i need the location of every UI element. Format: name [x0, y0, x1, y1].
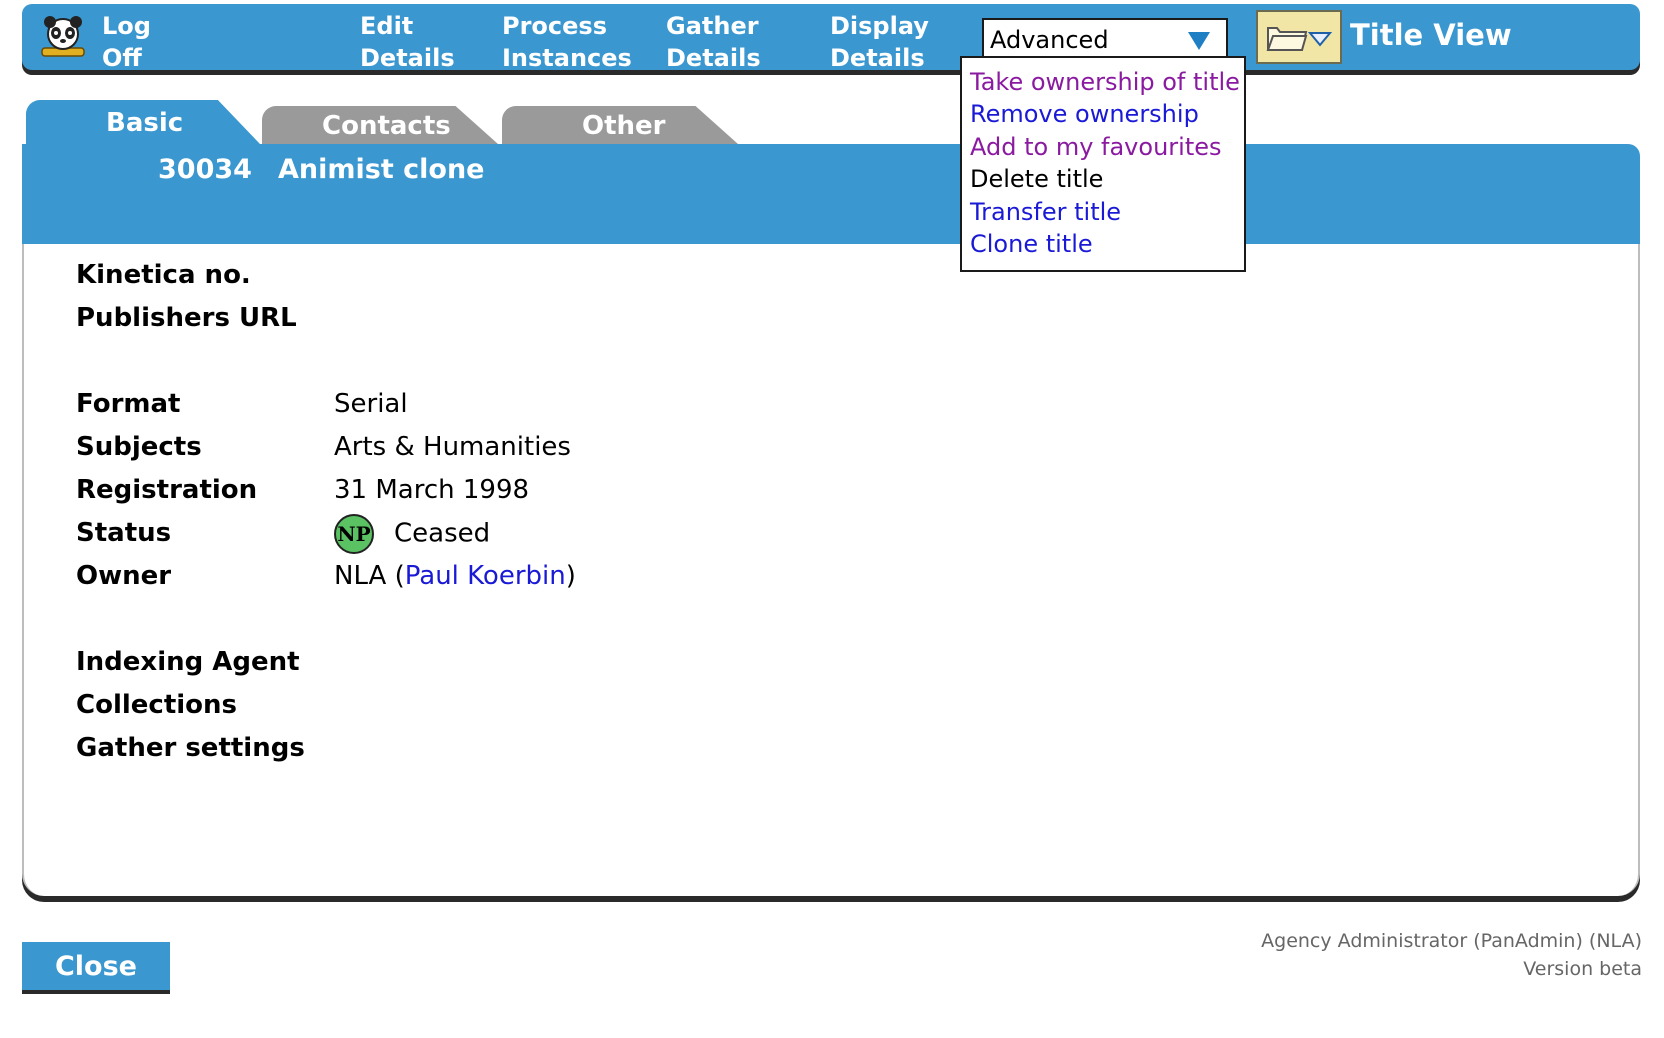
advanced-menu: Take ownership of title Remove ownership…	[960, 56, 1246, 272]
display-details-line-1: Display	[830, 12, 929, 40]
gather-settings-label: Gather settings	[76, 733, 305, 763]
log-off-link[interactable]: Log Off	[102, 10, 151, 74]
subjects-label: Subjects	[76, 432, 202, 462]
format-label: Format	[76, 389, 181, 419]
tab-other[interactable]: Other	[502, 106, 738, 144]
log-off-line-1: Log	[102, 12, 151, 40]
display-details-line-2: Details	[830, 44, 925, 72]
panda-icon[interactable]	[38, 14, 88, 60]
menu-item-clone-title[interactable]: Clone title	[962, 228, 1244, 260]
registration-value: 31 March 1998	[334, 475, 530, 505]
footer-user-role: Agency Administrator (PanAdmin) (NLA)	[1261, 930, 1642, 952]
menu-item-add-favourites[interactable]: Add to my favourites	[962, 131, 1244, 163]
gather-details-line-2: Details	[666, 44, 761, 72]
indexing-agent-label: Indexing Agent	[76, 647, 300, 677]
status-value: Ceased	[394, 518, 491, 549]
edit-details-line-1: Edit	[360, 12, 414, 40]
process-instances-line-2: Instances	[502, 44, 632, 72]
collections-label: Collections	[76, 690, 238, 720]
owner-value-row: NLA (Paul Koerbin)	[334, 561, 576, 591]
menu-item-delete-title[interactable]: Delete title	[962, 163, 1244, 195]
log-off-line-2: Off	[102, 44, 142, 72]
status-value-row: NP Ceased	[334, 514, 490, 554]
process-instances-link[interactable]: Process Instances	[502, 10, 632, 74]
publishers-url-label: Publishers URL	[76, 303, 297, 333]
title-name: Animist clone	[278, 154, 485, 185]
chevron-down-icon	[1188, 32, 1210, 50]
status-badge: NP	[334, 514, 374, 554]
registration-label: Registration	[76, 475, 258, 505]
process-instances-line-1: Process	[502, 12, 607, 40]
folder-menu-button[interactable]	[1256, 10, 1342, 64]
edit-details-link[interactable]: Edit Details	[360, 10, 455, 74]
owner-label: Owner	[76, 561, 172, 591]
tab-other-label: Other	[582, 111, 666, 141]
menu-item-take-ownership[interactable]: Take ownership of title	[962, 66, 1244, 98]
display-details-link[interactable]: Display Details	[830, 10, 929, 74]
owner-person-link[interactable]: Paul Koerbin	[405, 561, 566, 591]
title-header: 30034 Animist clone	[22, 144, 1640, 244]
status-label: Status	[76, 518, 172, 548]
tab-contacts[interactable]: Contacts	[262, 106, 498, 144]
gather-details-link[interactable]: Gather Details	[666, 10, 761, 74]
subjects-value: Arts & Humanities	[334, 432, 571, 462]
gather-details-line-1: Gather	[666, 12, 759, 40]
top-nav-bar: Log Off Edit Details Process Instances G…	[22, 4, 1640, 72]
footer-version: Version beta	[1523, 958, 1642, 980]
advanced-select-value: Advanced	[990, 26, 1109, 54]
owner-agency: NLA	[334, 561, 387, 591]
title-id: 30034	[158, 154, 252, 185]
advanced-select[interactable]: Advanced	[982, 18, 1228, 60]
tab-basic-label: Basic	[106, 108, 184, 138]
kinetica-no-label: Kinetica no.	[76, 260, 251, 290]
owner-open-paren: (	[394, 561, 405, 591]
close-button[interactable]: Close	[22, 942, 170, 990]
tab-contacts-label: Contacts	[322, 111, 451, 141]
title-details-panel: Kinetica no. Publishers URL Format Seria…	[22, 244, 1640, 896]
owner-close-paren: )	[565, 561, 576, 591]
tab-basic[interactable]: Basic	[26, 100, 260, 144]
menu-item-transfer-title[interactable]: Transfer title	[962, 196, 1244, 228]
edit-details-line-2: Details	[360, 44, 455, 72]
folder-icon	[1266, 27, 1333, 51]
view-title: Title View	[1350, 18, 1512, 52]
menu-item-remove-ownership[interactable]: Remove ownership	[962, 98, 1244, 130]
format-value: Serial	[334, 389, 408, 419]
